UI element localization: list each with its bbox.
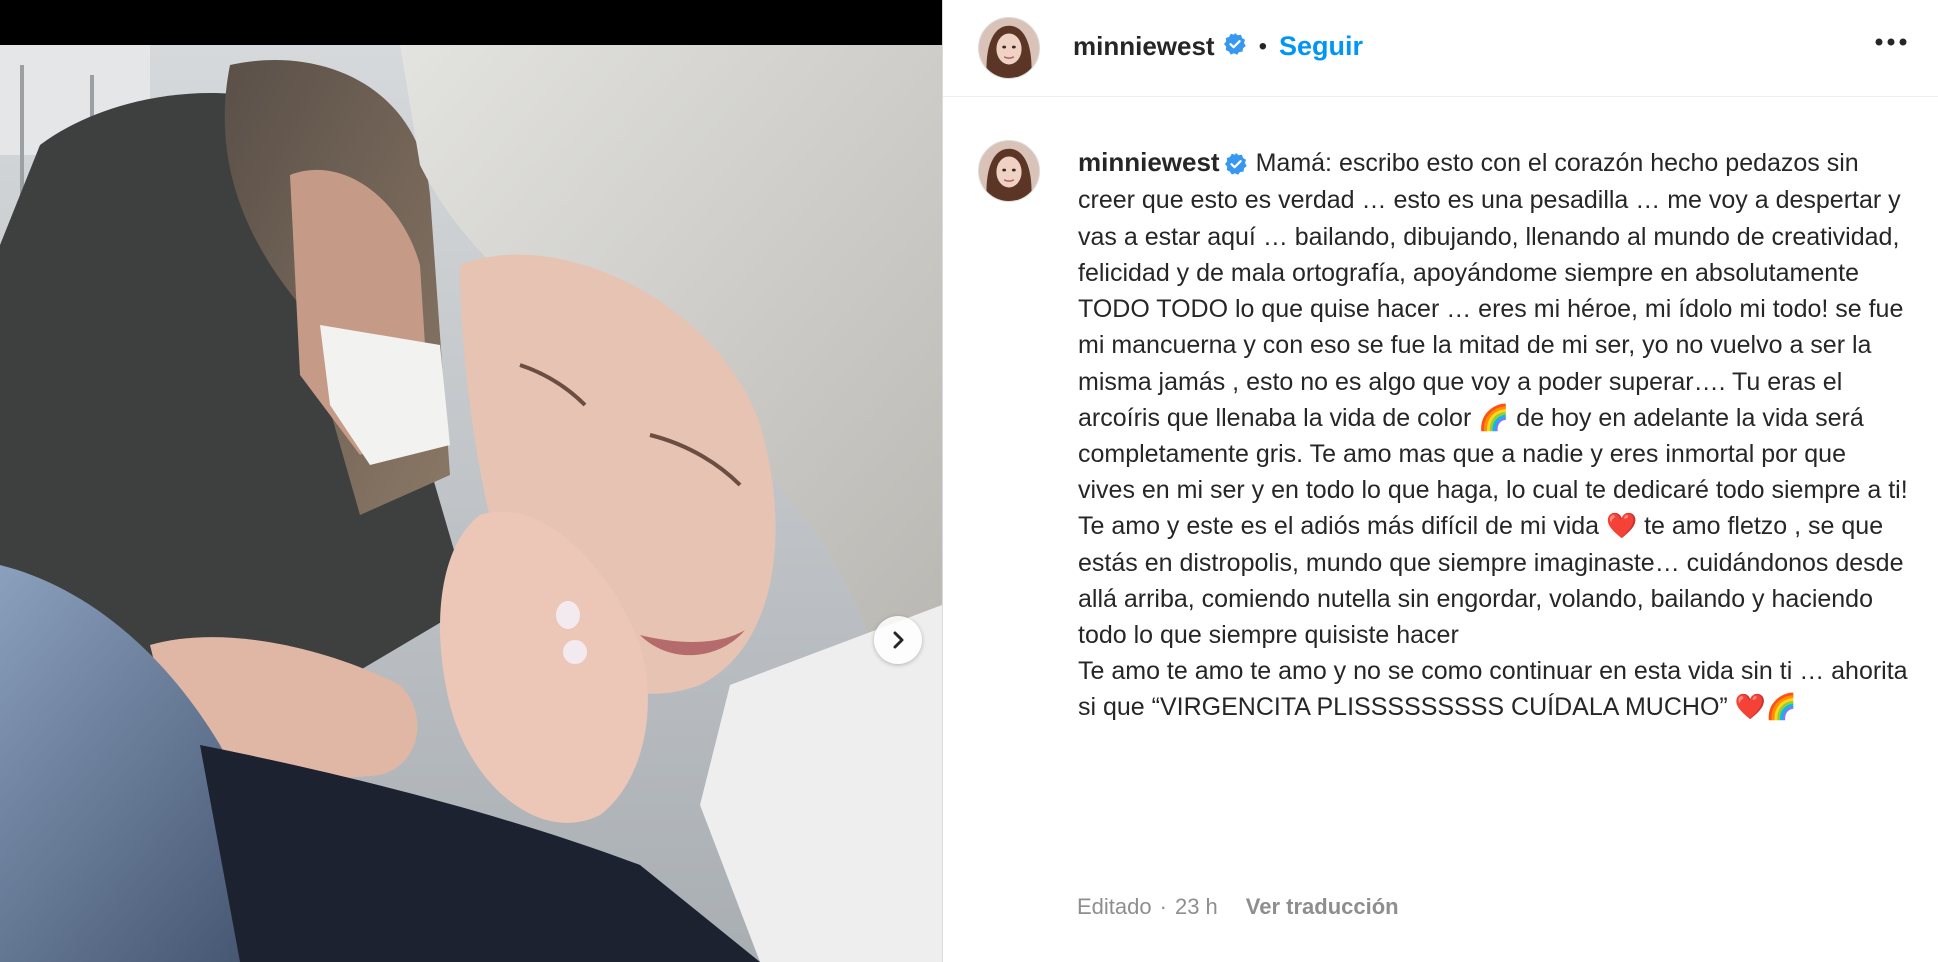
- post-meta: Editado · 23 h Ver traducción: [1077, 894, 1399, 920]
- separator-dot: •: [1258, 32, 1267, 60]
- more-options-icon: [1875, 38, 1907, 46]
- header-user-info: minniewest • Seguir: [1073, 31, 1363, 62]
- post-time[interactable]: 23 h: [1175, 894, 1218, 920]
- follow-button[interactable]: Seguir: [1279, 31, 1363, 62]
- post-photo-image: [0, 45, 942, 962]
- edited-label: Editado: [1077, 894, 1152, 919]
- avatar[interactable]: [978, 17, 1040, 79]
- avatar-image: [979, 18, 1039, 78]
- translate-button[interactable]: Ver traducción: [1246, 894, 1399, 920]
- caption-username[interactable]: minniewest: [1078, 147, 1220, 177]
- verified-badge-icon: [1223, 32, 1247, 61]
- post-photo: [0, 45, 942, 962]
- meta-separator: ·: [1159, 894, 1167, 919]
- post-details-panel: minniewest • Seguir minniewest Mamá: esc…: [942, 0, 1938, 962]
- more-options-button[interactable]: [1874, 34, 1908, 52]
- avatar-image: [979, 141, 1039, 201]
- post-media: [0, 0, 942, 962]
- caption-avatar[interactable]: [978, 140, 1040, 202]
- verified-badge-icon: [1224, 146, 1248, 182]
- caption-text: Mamá: escribo esto con el corazón hecho …: [1078, 149, 1908, 722]
- username[interactable]: minniewest: [1073, 31, 1215, 62]
- next-image-button[interactable]: [874, 616, 922, 664]
- post-header: minniewest • Seguir: [943, 0, 1938, 97]
- chevron-right-icon: [893, 631, 904, 649]
- post-caption: minniewest Mamá: escribo esto con el cora…: [1078, 144, 1908, 726]
